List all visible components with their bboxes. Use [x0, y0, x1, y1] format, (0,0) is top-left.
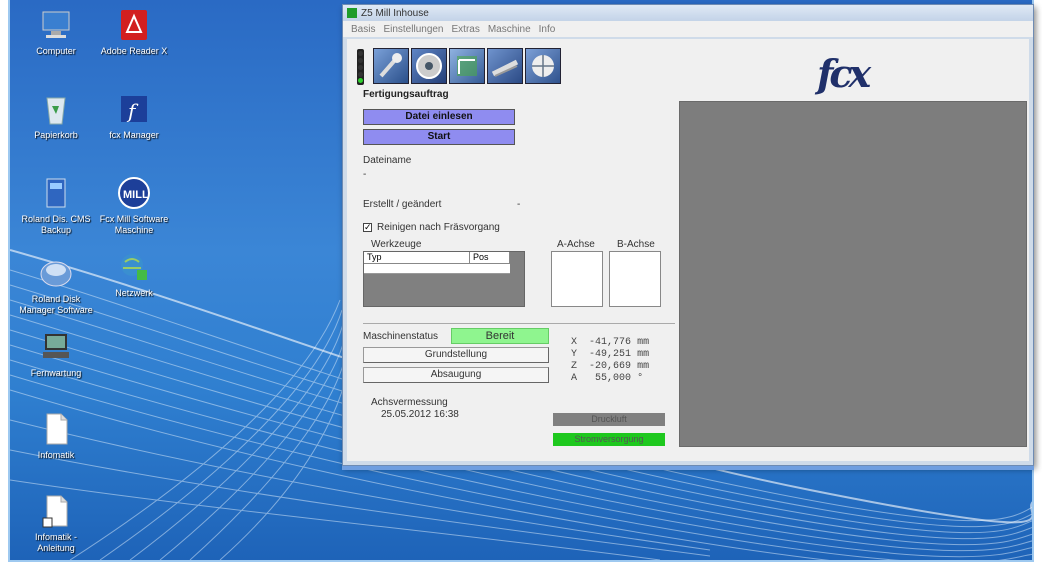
roland-backup-icon [39, 176, 73, 210]
job-section-title: Fertigungsauftrag [363, 89, 449, 100]
network-icon [117, 250, 151, 284]
filename-label: Dateiname [363, 155, 412, 166]
tools-table-row[interactable] [364, 264, 510, 274]
info-doc2-icon [39, 494, 73, 528]
fcx-logo: fcx [817, 51, 871, 96]
coord-x: X -41,776 mm [571, 337, 650, 348]
desktop-icon-adobe-reader[interactable]: Adobe Reader X [94, 8, 174, 57]
computer-icon [39, 8, 73, 42]
section-divider [363, 323, 675, 324]
status-indicator-air: Druckluft [553, 413, 665, 426]
created-label: Erstellt / geändert [363, 199, 442, 210]
suction-button[interactable]: Absaugung [363, 367, 549, 383]
recycle-bin-icon [39, 92, 73, 126]
fcx-manager-icon: f [117, 92, 151, 126]
info-doc-icon [39, 412, 73, 446]
globe-icon[interactable] [525, 48, 561, 84]
roland-disk-icon [39, 256, 73, 290]
a-axis-label: A-Achse [557, 239, 595, 250]
tools-col-type[interactable]: Typ [364, 252, 470, 264]
milling-tool-icon[interactable] [373, 48, 409, 84]
menu-basis[interactable]: Basis [351, 24, 375, 35]
tools-col-pos[interactable]: Pos [470, 252, 510, 264]
coord-a: A 55,000 ° [571, 373, 644, 384]
svg-text:MILL: MILL [123, 189, 149, 201]
status-indicator-power: Stromversorgung [553, 433, 665, 446]
tools-label: Werkzeuge [371, 239, 422, 250]
desktop-icon-info-doc[interactable]: Infomatik [16, 412, 96, 461]
machine-status-label: Maschinenstatus [363, 331, 439, 342]
desktop-icon-mill-software[interactable]: MILL Fcx Mill Software Maschine [94, 176, 174, 236]
coord-z: Z -20,669 mm [571, 361, 650, 372]
created-value: - [517, 199, 521, 210]
desktop-icon-roland-disk[interactable]: Roland Disk Manager Software [16, 256, 96, 316]
calibration-label: Achsvermessung [371, 397, 448, 408]
desktop-icon-fcx-manager[interactable]: f fcx Manager [94, 92, 174, 141]
menu-extras[interactable]: Extras [452, 24, 480, 35]
desktop-icon-remote[interactable]: Fernwartung [16, 330, 96, 379]
menu-bar: Basis Einstellungen Extras Maschine Info [343, 21, 1033, 37]
desktop-icon-computer[interactable]: Computer [16, 8, 96, 57]
window-shadow-strip [342, 466, 1034, 470]
clean-checkbox-label: Reinigen nach Fräsvorgang [377, 222, 500, 233]
mill-head-icon[interactable] [487, 48, 523, 84]
tools-table-header: Typ Pos [364, 252, 510, 264]
app-title-icon [347, 8, 357, 18]
preview-viewport[interactable] [679, 101, 1027, 447]
filename-value: - [363, 169, 367, 180]
client-area: fcx Fertigungsauftrag Datei einlesen Sta… [347, 39, 1029, 461]
b-axis-box [609, 251, 661, 307]
title-bar[interactable]: Z5 Mill Inhouse [343, 5, 1033, 21]
a-axis-box [551, 251, 603, 307]
desktop-icon-info-doc-2[interactable]: Infomatik - Anleitung [16, 494, 96, 554]
disc-icon[interactable] [411, 48, 447, 84]
menu-einstellungen[interactable]: Einstellungen [383, 24, 443, 35]
start-button[interactable]: Start [363, 129, 515, 145]
coord-y: Y -49,251 mm [571, 349, 650, 360]
adobe-reader-icon [117, 8, 151, 42]
home-position-button[interactable]: Grundstellung [363, 347, 549, 363]
mill-software-icon: MILL [117, 176, 151, 210]
app-window: Z5 Mill Inhouse Basis Einstellungen Extr… [342, 4, 1034, 466]
desktop-icon-network[interactable]: Netzwerk [94, 250, 174, 299]
machine-status-badge: Bereit [451, 328, 549, 344]
load-file-button[interactable]: Datei einlesen [363, 109, 515, 125]
calibration-date: 25.05.2012 16:38 [381, 409, 459, 420]
calibration-icon[interactable] [449, 48, 485, 84]
traffic-light-icon [357, 49, 364, 85]
desktop-icon-roland-backup[interactable]: Roland Dis. CMS Backup [16, 176, 96, 236]
window-title: Z5 Mill Inhouse [361, 7, 429, 19]
clean-checkbox[interactable]: ✓ [363, 223, 372, 232]
tools-table[interactable]: Typ Pos [363, 251, 525, 307]
b-axis-label: B-Achse [617, 239, 655, 250]
menu-maschine[interactable]: Maschine [488, 24, 531, 35]
remote-icon [39, 330, 73, 364]
desktop-icon-recycle-bin[interactable]: Papierkorb [16, 92, 96, 141]
menu-info[interactable]: Info [539, 24, 556, 35]
